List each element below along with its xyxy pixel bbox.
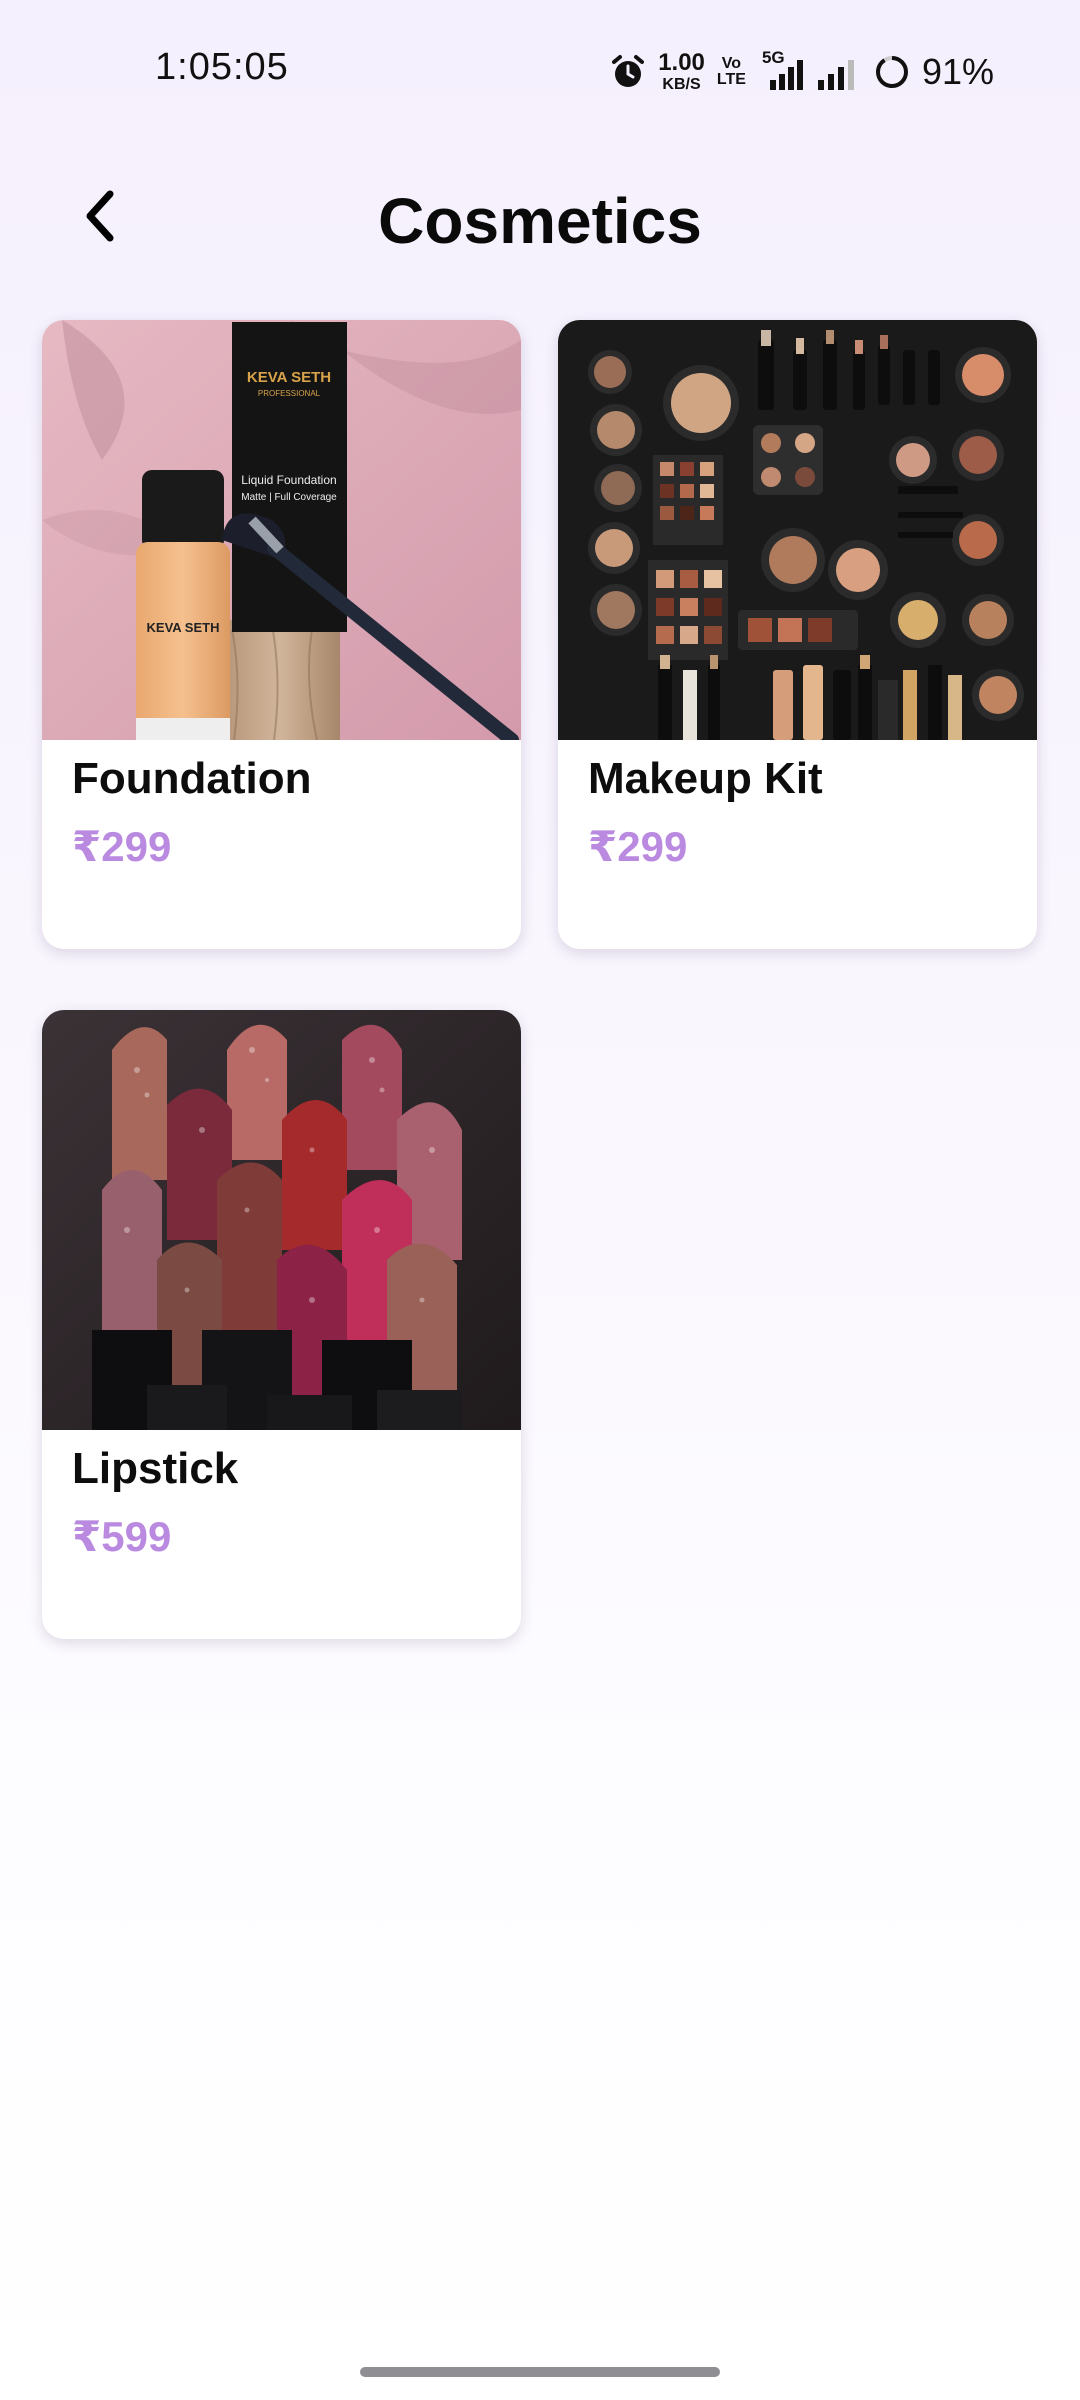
foundation-bottle-brand: KEVA SETH xyxy=(147,620,220,635)
status-bar: 1:05:05 1.00 KB/S Vo LTE 5G 91% xyxy=(0,0,1080,150)
net-speed-value: 1.00 xyxy=(658,49,705,76)
product-card-foundation[interactable]: KEVA SETH PROFESSIONAL Liquid Foundation… xyxy=(42,320,521,949)
network-type: 5G xyxy=(761,48,785,67)
foundation-box-line1: Liquid Foundation xyxy=(241,473,336,487)
product-price: ₹299 xyxy=(588,823,688,870)
net-speed: 1.00 KB/S xyxy=(658,51,705,93)
product-card-makeup-kit[interactable]: Makeup Kit ₹299 xyxy=(558,320,1037,949)
product-price: ₹299 xyxy=(72,823,172,870)
product-name: Foundation xyxy=(72,754,312,803)
status-icons: 1.00 KB/S Vo LTE 5G 91% xyxy=(610,46,994,98)
net-speed-unit: KB/S xyxy=(662,76,701,93)
signal-5g-icon: 5G xyxy=(758,48,804,92)
foundation-box-line2: Matte | Full Coverage xyxy=(241,492,337,503)
signal-icon xyxy=(816,52,862,92)
foundation-image: KEVA SETH PROFESSIONAL Liquid Foundation… xyxy=(42,320,521,740)
page-title: Cosmetics xyxy=(378,185,702,257)
status-time: 1:05:05 xyxy=(155,46,289,88)
volte-bottom: LTE xyxy=(716,71,746,88)
lipstick-image xyxy=(42,1010,521,1430)
volte-top: Vo xyxy=(721,55,742,72)
product-name: Makeup Kit xyxy=(588,754,823,803)
alarm-icon xyxy=(610,54,646,90)
product-card-lipstick[interactable]: Lipstick ₹599 xyxy=(42,1010,521,1639)
foundation-box-sub: PROFESSIONAL xyxy=(258,389,321,398)
makeup-kit-image xyxy=(558,320,1037,740)
battery-percent: 91% xyxy=(921,51,994,92)
product-price: ₹599 xyxy=(72,1513,172,1560)
volte-icon: Vo LTE xyxy=(717,56,746,88)
product-name: Lipstick xyxy=(72,1444,239,1493)
home-indicator[interactable] xyxy=(360,2367,720,2377)
battery-ring-icon xyxy=(874,54,910,90)
foundation-box-brand: KEVA SETH xyxy=(247,369,331,386)
